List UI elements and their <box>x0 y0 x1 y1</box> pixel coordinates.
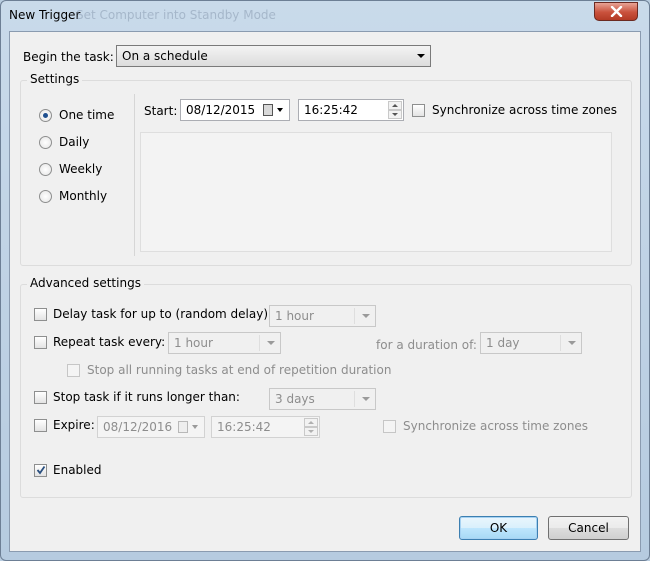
calendar-icon[interactable] <box>263 104 273 116</box>
select-separator <box>354 308 355 324</box>
new-trigger-window: New Trigger Set Computer into Standby Mo… <box>0 0 650 561</box>
begin-task-select[interactable]: On a schedule <box>116 45 431 67</box>
spin-up-icon[interactable] <box>304 418 318 427</box>
chevron-down-icon <box>362 397 370 401</box>
radio-monthly[interactable] <box>39 190 52 203</box>
close-icon <box>610 6 623 17</box>
select-separator <box>560 335 561 351</box>
advanced-settings-legend: Advanced settings <box>27 276 144 291</box>
expire-sync-label: Synchronize across time zones <box>403 419 589 433</box>
chevron-down-icon <box>277 108 283 112</box>
stop-task-checkbox[interactable] <box>34 391 47 404</box>
duration-value: 1 day <box>486 336 520 350</box>
delay-task-checkbox[interactable] <box>34 308 47 321</box>
stop-task-value: 3 days <box>275 392 315 406</box>
delay-task-select[interactable]: 1 hour <box>269 305 376 327</box>
stop-task-label: Stop task if it runs longer than: <box>53 390 240 404</box>
expire-time-spinner[interactable] <box>304 418 318 436</box>
repeat-task-checkbox[interactable] <box>34 336 47 349</box>
radio-label-weekly: Weekly <box>59 162 103 176</box>
checkmark-icon <box>36 465 46 475</box>
cancel-button[interactable]: Cancel <box>548 516 629 540</box>
settings-divider <box>134 94 135 256</box>
close-button[interactable] <box>594 2 638 21</box>
chevron-down-icon <box>362 314 370 318</box>
spin-down-icon[interactable] <box>388 110 402 119</box>
radio-label-one-time: One time <box>59 108 115 122</box>
start-date-picker[interactable]: 08/12/2015 <box>180 99 290 121</box>
sync-timezones-checkbox[interactable] <box>412 104 425 117</box>
duration-select[interactable]: 1 day <box>480 332 582 354</box>
spin-up-icon[interactable] <box>388 101 402 110</box>
begin-task-label: Begin the task: <box>23 50 114 64</box>
start-date-value: 08/12/2015 <box>186 103 256 117</box>
calendar-icon[interactable] <box>178 421 188 433</box>
chevron-down-icon <box>267 341 275 345</box>
radio-label-daily: Daily <box>59 135 90 149</box>
chevron-down-icon <box>568 341 576 345</box>
spin-down-icon[interactable] <box>304 427 318 436</box>
dialog-body: Begin the task: On a schedule Settings O… <box>9 31 641 552</box>
expire-date-value: 08/12/2016 <box>103 420 173 434</box>
select-separator <box>354 391 355 407</box>
ok-button[interactable]: OK <box>459 516 538 540</box>
background-window-title: Set Computer into Standby Mode <box>76 8 276 22</box>
radio-one-time[interactable] <box>39 109 52 122</box>
enabled-label: Enabled <box>53 463 102 477</box>
chevron-down-icon <box>417 54 425 58</box>
title-bar[interactable]: New Trigger Set Computer into Standby Mo… <box>1 1 649 29</box>
radio-label-monthly: Monthly <box>59 189 108 203</box>
repeat-task-select[interactable]: 1 hour <box>168 332 281 354</box>
delay-task-label: Delay task for up to (random delay): <box>53 307 273 321</box>
recurrence-panel <box>140 132 612 252</box>
start-time-value: 16:25:42 <box>304 103 358 117</box>
expire-label: Expire: <box>53 418 95 432</box>
expire-time-value: 16:25:42 <box>217 420 271 434</box>
stop-task-select[interactable]: 3 days <box>269 388 376 410</box>
start-label: Start: <box>144 104 178 118</box>
duration-label: for a duration of: <box>376 338 477 352</box>
window-title: New Trigger <box>9 8 81 22</box>
expire-checkbox[interactable] <box>34 419 47 432</box>
start-time-field[interactable]: 16:25:42 <box>298 99 404 121</box>
stop-repetition-checkbox[interactable] <box>67 364 80 377</box>
chevron-down-icon <box>192 425 198 429</box>
start-time-spinner[interactable] <box>388 101 402 119</box>
stop-repetition-label: Stop all running tasks at end of repetit… <box>87 363 392 377</box>
radio-weekly[interactable] <box>39 163 52 176</box>
radio-daily[interactable] <box>39 136 52 149</box>
expire-sync-checkbox[interactable] <box>383 420 396 433</box>
sync-timezones-label: Synchronize across time zones <box>432 103 618 117</box>
expire-date-picker[interactable]: 08/12/2016 <box>97 416 205 438</box>
begin-task-value: On a schedule <box>122 49 208 63</box>
select-separator <box>259 335 260 351</box>
settings-legend: Settings <box>27 72 83 87</box>
delay-task-value: 1 hour <box>275 309 314 323</box>
repeat-task-label: Repeat task every: <box>53 335 166 349</box>
expire-time-field[interactable]: 16:25:42 <box>211 416 320 438</box>
repeat-task-value: 1 hour <box>174 336 213 350</box>
enabled-checkbox[interactable] <box>34 464 47 477</box>
